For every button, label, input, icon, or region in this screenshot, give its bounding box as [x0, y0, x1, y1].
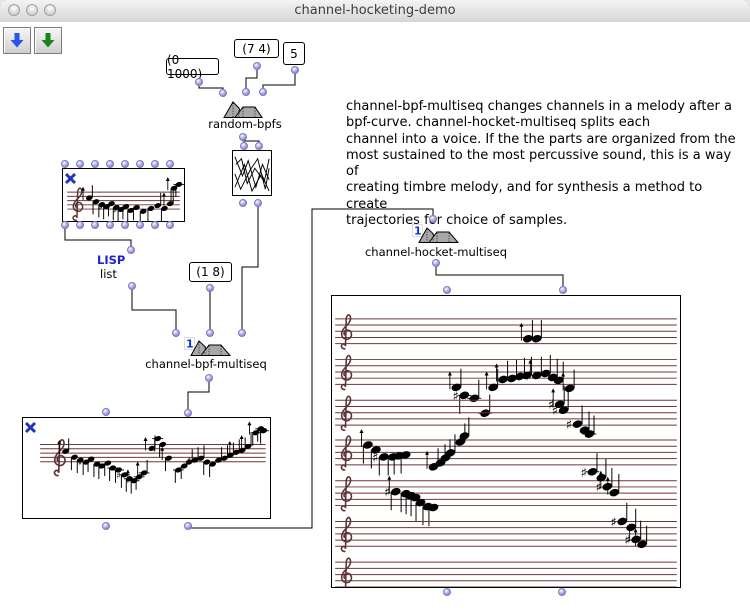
port[interactable]	[91, 160, 99, 168]
port[interactable]	[76, 160, 84, 168]
port[interactable]	[184, 522, 192, 530]
channel-bpf-multiseq-label[interactable]: channel-bpf-multiseq	[145, 357, 267, 371]
svg-text:♯: ♯	[372, 451, 378, 466]
port[interactable]	[429, 215, 437, 223]
svg-text:♯: ♯	[624, 533, 630, 548]
bpf-mapper-box[interactable]	[232, 150, 272, 196]
random-bpfs-label[interactable]: random-bpfs	[205, 117, 285, 131]
port[interactable]	[239, 199, 247, 207]
port[interactable]	[151, 160, 159, 168]
svg-text:1: 1	[186, 338, 194, 351]
port[interactable]	[128, 282, 136, 290]
port[interactable]	[291, 66, 299, 74]
left-score[interactable]: ♯ ♯ ♯	[22, 417, 271, 519]
port[interactable]	[240, 142, 248, 150]
value-box-0-1000[interactable]: (0 1000)	[166, 58, 219, 75]
lisp-type-label[interactable]: LISP	[97, 253, 125, 267]
svg-text:♯: ♯	[581, 466, 587, 481]
window-title: channel-hocketing-demo	[0, 0, 750, 22]
patch-description: channel-bpf-multiseq changes channels in…	[346, 99, 744, 229]
blue-down-arrow-icon	[10, 33, 24, 48]
port[interactable]	[106, 221, 114, 229]
svg-text:♯: ♯	[566, 418, 572, 433]
port[interactable]	[206, 284, 214, 292]
titlebar: channel-hocketing-demo	[0, 0, 750, 23]
channel-bpf-multiseq-icon[interactable]: 1	[184, 337, 232, 357]
port[interactable]	[184, 409, 192, 417]
port[interactable]	[206, 329, 214, 337]
svg-text:♯: ♯	[78, 459, 82, 469]
port[interactable]	[76, 221, 84, 229]
port[interactable]	[102, 522, 110, 530]
bpf-trapezoid-icon[interactable]	[222, 99, 263, 119]
port[interactable]	[254, 199, 262, 207]
port[interactable]	[61, 221, 69, 229]
port[interactable]	[253, 62, 261, 70]
port[interactable]	[205, 374, 213, 382]
port[interactable]	[432, 259, 440, 267]
close-icon[interactable]	[24, 419, 37, 432]
port[interactable]	[172, 329, 180, 337]
value-box-5[interactable]: 5	[283, 42, 305, 65]
port[interactable]	[106, 160, 114, 168]
port[interactable]	[242, 88, 250, 96]
value-box-7-4[interactable]: (7 4)	[234, 39, 279, 58]
port[interactable]	[238, 329, 246, 337]
right-score[interactable]: ♯♯♯♯♯♯♯♯♯♯♯	[331, 295, 681, 588]
value-box-1-8[interactable]: (1 8)	[189, 262, 232, 282]
svg-text:♯: ♯	[116, 471, 120, 481]
port[interactable]	[136, 221, 144, 229]
port[interactable]	[255, 142, 263, 150]
port[interactable]	[219, 89, 227, 97]
port[interactable]	[166, 221, 174, 229]
port[interactable]	[127, 246, 135, 254]
svg-text:♯: ♯	[452, 389, 458, 404]
close-icon[interactable]	[64, 170, 77, 183]
port[interactable]	[121, 221, 129, 229]
channel-hocket-multiseq-label[interactable]: channel-hocket-multiseq	[356, 245, 516, 259]
port[interactable]	[239, 133, 247, 141]
port[interactable]	[91, 221, 99, 229]
step-button[interactable]	[3, 27, 31, 54]
lisp-name-label[interactable]: list	[100, 267, 117, 281]
svg-text:♯: ♯	[113, 206, 117, 216]
port[interactable]	[166, 160, 174, 168]
port[interactable]	[136, 160, 144, 168]
port[interactable]	[102, 408, 110, 416]
port[interactable]	[558, 588, 566, 596]
port[interactable]	[443, 286, 451, 294]
small-score[interactable]: ♯♯	[62, 168, 185, 222]
port[interactable]	[61, 160, 69, 168]
port[interactable]	[151, 221, 159, 229]
port[interactable]	[121, 160, 129, 168]
green-down-arrow-icon	[41, 33, 55, 48]
svg-text:♯: ♯	[552, 404, 558, 419]
svg-text:♯: ♯	[99, 203, 103, 213]
svg-text:♯: ♯	[610, 515, 616, 530]
port[interactable]	[443, 588, 451, 596]
svg-text:♯: ♯	[525, 369, 531, 384]
port[interactable]	[559, 286, 567, 294]
svg-text:♯: ♯	[384, 486, 390, 501]
play-button[interactable]	[34, 27, 62, 54]
app-window: channel-hocketing-demo (0 1000) (7 4) 5 …	[0, 0, 750, 613]
port[interactable]	[259, 88, 267, 96]
svg-text:♯: ♯	[596, 481, 602, 496]
port[interactable]	[195, 78, 203, 86]
svg-text:♯: ♯	[187, 457, 191, 467]
